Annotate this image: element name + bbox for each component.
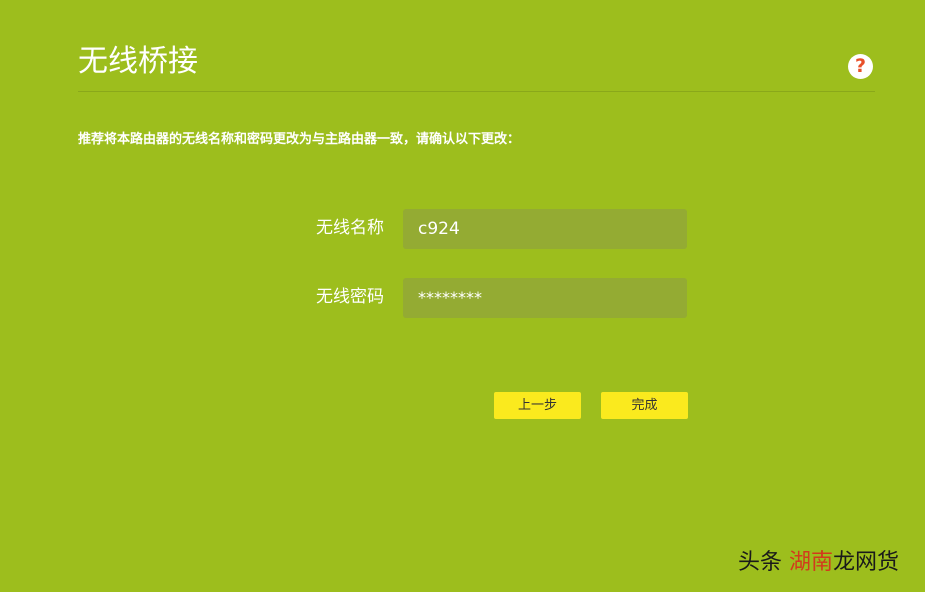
password-label: 无线密码 [316, 287, 384, 307]
done-button[interactable]: 完成 [601, 392, 688, 419]
watermark-suffix: 龙网货 [833, 550, 900, 575]
page-title: 无线桥接 [78, 44, 198, 79]
ssid-label: 无线名称 [316, 218, 384, 238]
password-input[interactable]: ******** [403, 278, 687, 318]
watermark-accent: 湖南 [789, 550, 834, 575]
ssid-input[interactable]: c924 [403, 209, 687, 249]
instruction-text: 推荐将本路由器的无线名称和密码更改为与主路由器一致，请确认以下更改： [78, 132, 521, 147]
previous-button[interactable]: 上一步 [494, 392, 581, 419]
help-icon[interactable]: ? [848, 54, 873, 79]
header-divider [78, 91, 875, 92]
watermark-prefix: 头条 [738, 550, 789, 575]
watermark: 头条 湖南龙网货 [738, 548, 899, 578]
